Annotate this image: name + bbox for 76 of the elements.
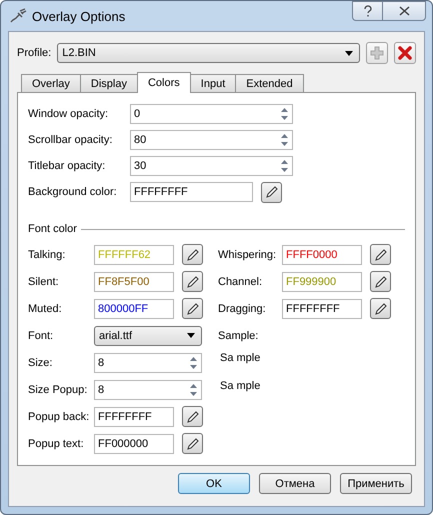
spin-arrows-icon (189, 382, 198, 396)
dialog-button[interactable]: Применить (340, 473, 412, 494)
pencil-button[interactable] (261, 182, 282, 202)
caret-icon (187, 333, 195, 338)
pencil-button[interactable] (182, 406, 203, 427)
pencil-icon (186, 436, 200, 450)
field-label: Channel: (218, 276, 264, 288)
sample-label: Sample: (218, 330, 258, 342)
close-icon (398, 46, 412, 60)
field-label: Size Popup: (28, 384, 88, 396)
spin-arrows-icon (189, 356, 198, 370)
field-label: Titlebar opacity: (28, 160, 106, 172)
tab[interactable]: Display (80, 74, 138, 92)
pencil-button[interactable] (182, 433, 203, 454)
window-title: Overlay Options (32, 8, 126, 24)
section-title: Font color (28, 223, 77, 235)
pencil-icon (186, 410, 200, 424)
pencil-button[interactable] (370, 271, 391, 292)
plus-icon (370, 46, 384, 60)
spin-box[interactable]: 30 (130, 156, 293, 176)
dialog-button[interactable]: OK (178, 473, 250, 494)
delete-button[interactable] (394, 42, 416, 64)
dialog-button[interactable]: Отмена (259, 473, 331, 494)
pencil-icon (186, 302, 200, 316)
field-label: Whispering: (218, 248, 278, 260)
close-icon (398, 6, 410, 16)
pencil-button[interactable] (182, 244, 203, 265)
close-button[interactable] (382, 1, 426, 21)
profile-dropdown[interactable]: L2.BIN (57, 43, 360, 63)
spin-arrows-icon (280, 107, 289, 121)
pencil-icon (374, 248, 388, 262)
tab[interactable]: Input (190, 74, 236, 92)
color-field[interactable]: FF8F5F00 (94, 272, 174, 292)
field-label: Background color: (28, 186, 118, 198)
pencil-icon (186, 248, 200, 262)
profile-label: Profile: (17, 47, 52, 59)
color-field[interactable]: FFFFFFFF (94, 406, 174, 426)
color-field[interactable]: FFFFFFFF (282, 298, 362, 318)
pencil-icon (264, 185, 278, 199)
field-label: Popup back: (28, 410, 90, 422)
field-label: Dragging: (218, 302, 267, 314)
spin-box[interactable]: 0 (130, 104, 293, 124)
spin-box[interactable]: 8 (94, 380, 202, 400)
tab[interactable]: Overlay (21, 74, 81, 92)
field-label: Size: (28, 356, 54, 368)
field-label: Silent: (28, 276, 60, 288)
pencil-button[interactable] (370, 244, 391, 265)
pencil-icon (186, 274, 200, 288)
plug-icon (9, 8, 27, 24)
field-label: Talking: (28, 248, 66, 260)
pencil-button[interactable] (182, 271, 203, 292)
spin-box[interactable]: 80 (130, 130, 293, 150)
pencil-button[interactable] (370, 298, 391, 319)
tab[interactable]: Extended (235, 74, 304, 92)
sample-text: Sa mple (219, 380, 260, 392)
tab[interactable]: Colors (136, 72, 191, 93)
color-field[interactable]: 800000FF (94, 298, 174, 318)
font-dropdown[interactable]: arial.ttf (94, 326, 202, 346)
spin-box[interactable]: 8 (94, 352, 202, 372)
field-label: Muted: (28, 302, 63, 314)
field-label: Scrollbar opacity: (28, 134, 114, 146)
field-label: Popup text: (28, 438, 85, 450)
field-label: Window opacity: (28, 108, 110, 120)
color-field[interactable]: FFFF0000 (282, 244, 362, 264)
color-field[interactable]: FF000000 (94, 434, 174, 454)
field-label: Font: (28, 330, 54, 342)
color-field[interactable]: FFFFFFFF (130, 182, 253, 202)
spin-arrows-icon (280, 159, 289, 173)
pencil-button[interactable] (182, 298, 203, 319)
help-icon (362, 5, 372, 17)
sample-text: Sa mple (219, 352, 260, 364)
pencil-icon (374, 302, 388, 316)
spin-arrows-icon (280, 133, 289, 147)
pencil-icon (374, 274, 388, 288)
help-button[interactable] (352, 1, 382, 21)
caret-icon (345, 50, 353, 56)
